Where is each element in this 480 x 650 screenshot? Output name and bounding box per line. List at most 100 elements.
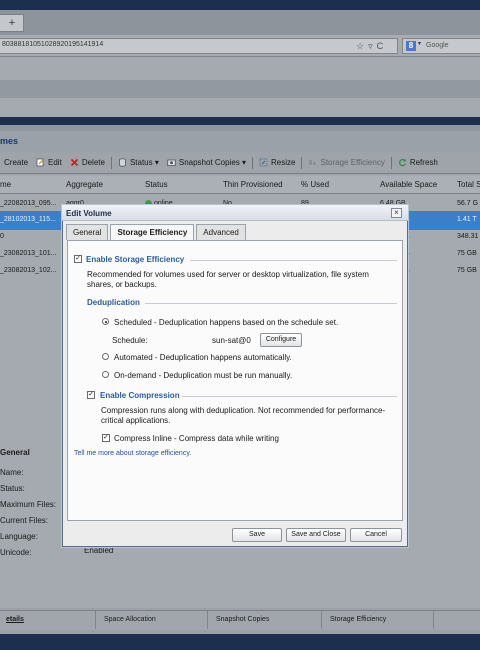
configure-button[interactable]: Configure [260,333,302,347]
general-label: Maximum Files: [0,500,57,509]
column-header-used[interactable]: % Used [301,180,329,189]
snapshot-copies-label: Snapshot Copies ▾ [178,158,247,167]
compress-inline-label: Compress Inline - Compress data while wr… [114,434,279,443]
edit-label: Edit [48,158,62,167]
cell-name: 0 [0,233,4,240]
bookmark-star-icon[interactable]: ☆ [356,41,364,52]
create-label: Create [4,158,29,167]
enable-storage-efficiency-label: Enable Storage Efficiency [86,255,185,264]
column-header-name[interactable]: me [0,180,11,189]
cell-name: _23082013_102... [0,267,57,274]
storage-efficiency-label: Storage Efficiency [320,158,385,167]
reload-icon[interactable]: C [377,41,384,51]
automated-radio[interactable] [102,353,109,360]
cell-name: _23082013_101... [0,250,57,257]
enable-compression-checkbox[interactable]: ✓ [87,391,95,399]
edit-icon [36,158,44,167]
general-title: General [0,448,30,457]
general-label: Unicode: [0,548,32,557]
divider [182,396,397,397]
volumes-toolbar: Create Edit Delete Status ▾ Snapshot Cop… [0,152,480,174]
column-header-aggregate[interactable]: Aggregate [66,180,103,189]
cell-name: _28102013_115... [0,216,56,223]
cell-total: 348.31 [457,233,479,240]
close-icon[interactable]: × [391,208,402,218]
toolbar-separator [301,156,303,169]
toolbar-separator [252,156,254,169]
app-header-band [0,80,480,98]
window-top-bar [0,0,480,10]
search-placeholder: Google [426,42,449,49]
schedule-label: Schedule: [112,336,148,345]
resize-label: Resize [271,158,296,167]
on-demand-radio[interactable] [102,371,109,378]
column-header-thin-provisioned[interactable]: Thin Provisioned [223,180,283,189]
general-label: Status: [0,484,25,493]
tab-advanced[interactable]: Advanced [196,224,246,240]
edit-button[interactable]: Edit [32,158,66,167]
compress-inline-checkbox[interactable]: ✓ [102,434,110,442]
cell-total: 56.7 G [457,200,479,207]
enable-storage-efficiency-checkbox[interactable]: ✓ [74,255,82,263]
scheduled-radio[interactable] [102,318,109,325]
enable-compression-label: Enable Compression [100,391,180,400]
search-engine-dropdown-icon[interactable]: ▾ [418,40,421,47]
cell-total: 75 GB [457,250,477,257]
dropdown-arrow-icon[interactable]: ▿ [368,41,373,52]
snapshot-copies-button[interactable]: Snapshot Copies ▾ [163,158,250,167]
divider [145,303,397,304]
storage-efficiency-button[interactable]: Storage Efficiency [304,158,388,167]
unicode-value: Enabled [84,546,114,555]
delete-button[interactable]: Delete [66,158,109,167]
tab-general[interactable]: General [66,224,109,240]
volumes-title: mes [0,136,19,146]
compression-note: Compression runs along with deduplicatio… [101,406,386,425]
save-and-close-button[interactable]: Save and Close [286,528,346,542]
automated-label: Automated - Deduplication happens automa… [114,353,292,362]
tab-details[interactable]: etails [0,611,96,629]
cell-total: 1.41 T [457,216,477,223]
on-demand-label: On-demand - Deduplication must be run ma… [114,371,293,380]
deduplication-header: Deduplication [87,298,140,307]
cell-total: 75 GB [457,267,477,274]
learn-more-link[interactable]: Tell me more about storage efficiency. [74,450,191,457]
scheduled-label: Scheduled - Deduplication happens based … [114,318,339,327]
app-title-bar [0,117,480,125]
browser-tab-strip [0,10,480,35]
refresh-icon [398,159,406,167]
dialog-tabs: General Storage Efficiency Advanced [66,224,246,241]
toolbar-separator [110,156,112,169]
column-header-total-space[interactable]: Total S [457,180,480,189]
status-label: Status ▾ [129,158,159,167]
storage-efficiency-icon [309,160,317,165]
resize-button[interactable]: Resize [255,158,299,167]
dialog-title-bar[interactable] [62,205,408,221]
dialog-title: Edit Volume [66,209,112,218]
tab-space-allocation[interactable]: Space Allocation [98,611,208,629]
cancel-button[interactable]: Cancel [350,528,402,542]
save-button[interactable]: Save [232,528,282,542]
schedule-value: sun-sat@0 [212,336,251,345]
tab-storage-efficiency[interactable]: Storage Efficiency [324,611,434,629]
status-icon [119,158,126,167]
tab-snapshot-copies[interactable]: Snapshot Copies [210,611,322,629]
create-button[interactable]: Create [0,158,32,167]
general-label: Current Files: [0,516,49,525]
recommendation-text: Recommended for volumes used for server … [87,270,369,289]
column-header-status[interactable]: Status [145,180,168,189]
delete-label: Delete [81,158,105,167]
new-tab-button[interactable]: + [3,16,21,30]
google-search-icon: 8 [406,41,416,51]
general-label: Name: [0,468,24,477]
divider [190,260,397,261]
toolbar-separator [390,156,392,169]
status-button[interactable]: Status ▾ [114,158,163,167]
refresh-label: Refresh [409,158,438,167]
tab-storage-efficiency-active[interactable]: Storage Efficiency [110,224,195,241]
delete-icon [70,158,78,167]
column-header-available-space[interactable]: Available Space [380,180,437,189]
url-actions: ☆ ▿ C [356,38,383,54]
refresh-button[interactable]: Refresh [394,158,442,167]
cell-name: _22082013_095... [0,200,57,207]
general-label: Language: [0,532,38,541]
